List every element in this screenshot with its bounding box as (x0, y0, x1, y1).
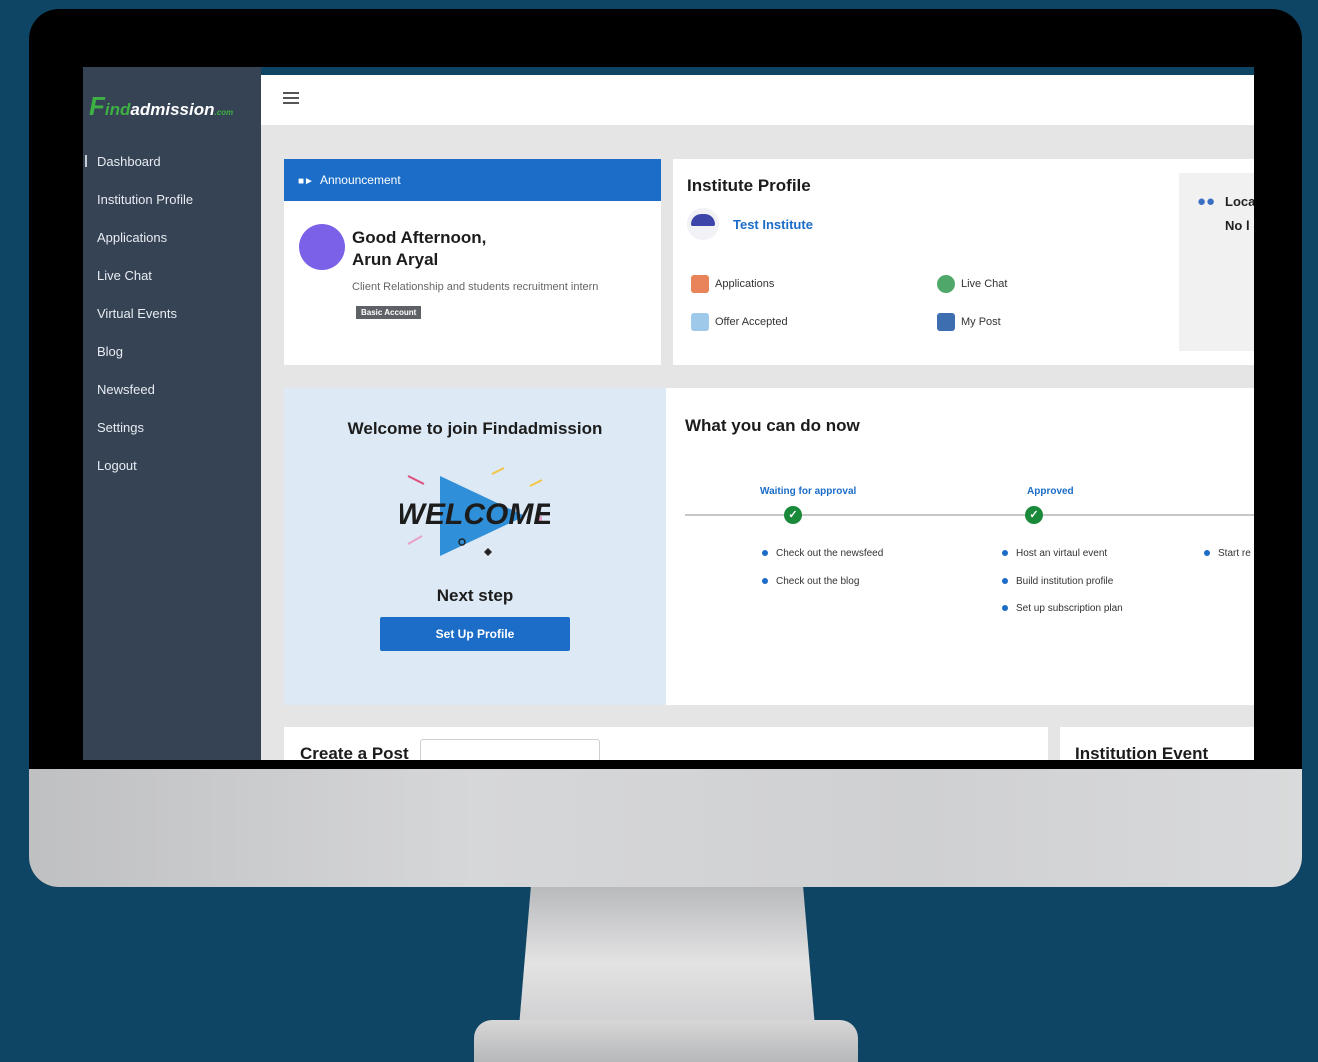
applications-icon (691, 275, 709, 293)
stat-label: Applications (715, 277, 775, 290)
sidebar-item-applications[interactable]: Applications (83, 221, 261, 259)
monitor-chin (29, 769, 1302, 887)
top-bar (261, 75, 1254, 125)
institution-event-card: Institution Event (1060, 727, 1254, 760)
institute-profile-title: Institute Profile (687, 176, 811, 195)
check-icon: ✓ (784, 506, 802, 524)
stat-label: Offer Accepted (715, 315, 788, 328)
greeting: Good Afternoon, Arun Aryal (352, 227, 632, 271)
todo-item[interactable]: Set up subscription plan (1002, 603, 1123, 614)
screen-top-strip (261, 67, 1254, 75)
sidebar-item-label: Logout (97, 458, 137, 473)
monitor-stand (519, 887, 815, 1027)
sidebar-item-label: Blog (97, 344, 124, 359)
set-up-profile-button[interactable]: Set Up Profile (380, 617, 570, 651)
sidebar-item-label: Virtual Events (97, 306, 177, 321)
sidebar-item-label: Institution Profile (97, 192, 194, 207)
institute-logo-icon (687, 208, 719, 240)
logo-letter: F (89, 91, 105, 121)
sidebar-item-virtual-events[interactable]: Virtual Events (83, 297, 261, 335)
hamburger-menu-icon[interactable] (283, 92, 299, 107)
sidebar-item-blog[interactable]: Blog (83, 335, 261, 373)
step-label-approved: Approved (1027, 486, 1074, 497)
welcome-panel: Welcome to join Findadmission WELCOME Ne… (284, 388, 666, 705)
sidebar: Findadmission.com Dashboard Institution … (83, 67, 261, 760)
live-chat-icon (937, 275, 955, 293)
offer-accepted-icon (691, 313, 709, 331)
create-post-card: Create a Post (284, 727, 1048, 760)
stat-my-post[interactable]: My Post (937, 313, 1001, 331)
sidebar-item-institution-profile[interactable]: Institution Profile (83, 183, 261, 221)
announcement-title: Announcement (319, 173, 401, 187)
next-step-heading: Next step (436, 586, 514, 605)
institution-event-title: Institution Event (1075, 744, 1209, 760)
megaphone-icon: ■► (298, 176, 314, 187)
what-now-title: What you can do now (685, 416, 860, 435)
welcome-title: Welcome to join Findadmission (347, 419, 603, 438)
sidebar-item-label: Newsfeed (97, 382, 155, 397)
user-name: Arun Aryal (352, 250, 439, 269)
sidebar-nav: Dashboard Institution Profile Applicatio… (83, 145, 261, 487)
welcome-illustration-icon: WELCOME (400, 467, 550, 556)
todo-item[interactable]: Start re (1204, 548, 1251, 559)
stat-offer-accepted[interactable]: Offer Accepted (691, 313, 788, 331)
todo-item[interactable]: Build institution profile (1002, 576, 1113, 587)
todo-item[interactable]: Check out the newsfeed (762, 548, 883, 559)
location-title: Loca (1225, 194, 1254, 209)
institute-name-link[interactable]: Test Institute (733, 217, 813, 232)
what-you-can-do-panel: What you can do now Waiting for approval… (666, 388, 1254, 705)
sidebar-item-label: Applications (97, 230, 168, 245)
create-post-title: Create a Post (300, 744, 409, 760)
announcement-card: ■► Announcement Good Afternoon, Arun Arya… (284, 159, 661, 365)
location-value: No l (1225, 218, 1250, 233)
sidebar-item-newsfeed[interactable]: Newsfeed (83, 373, 261, 411)
stat-label: My Post (961, 315, 1001, 328)
post-input[interactable] (420, 739, 600, 760)
avatar (299, 224, 345, 270)
account-badge: Basic Account (356, 306, 422, 319)
sidebar-item-label: Settings (97, 420, 144, 435)
logo-ind: ind (104, 100, 131, 119)
sidebar-item-settings[interactable]: Settings (83, 411, 261, 449)
progress-track (685, 514, 1254, 516)
welcome-art-text: WELCOME (400, 498, 550, 531)
sidebar-item-logout[interactable]: Logout (83, 449, 261, 487)
stat-applications[interactable]: Applications (691, 275, 774, 293)
greeting-line: Good Afternoon, (352, 228, 487, 247)
stat-label: Live Chat (961, 277, 1008, 290)
todo-item[interactable]: Check out the blog (762, 576, 859, 587)
announcement-header: ■► Announcement (284, 159, 661, 201)
findadmission-logo[interactable]: Findadmission.com (89, 91, 233, 122)
todo-item[interactable]: Host an virtaul event (1002, 548, 1107, 559)
institute-profile-card: Institute Profile Test Institute Applica… (673, 159, 1254, 365)
logo-text: admission (130, 100, 215, 119)
nav-marker (85, 155, 87, 167)
sidebar-item-live-chat[interactable]: Live Chat (83, 259, 261, 297)
step-label-waiting: Waiting for approval (760, 486, 857, 497)
sidebar-item-dashboard[interactable]: Dashboard (83, 145, 261, 183)
sidebar-item-label: Dashboard (97, 154, 161, 169)
logo-domain: .com (214, 108, 234, 117)
my-post-icon (937, 313, 955, 331)
monitor-base (474, 1020, 858, 1062)
user-role: Client Relationship and students recruit… (352, 281, 599, 293)
sidebar-item-label: Live Chat (97, 268, 152, 283)
check-icon: ✓ (1025, 506, 1043, 524)
users-icon: ●● (1197, 193, 1216, 210)
location-card: ●● Loca No l (1179, 173, 1254, 351)
stat-live-chat[interactable]: Live Chat (937, 275, 1007, 293)
app-screen: Findadmission.com Dashboard Institution … (83, 67, 1254, 760)
